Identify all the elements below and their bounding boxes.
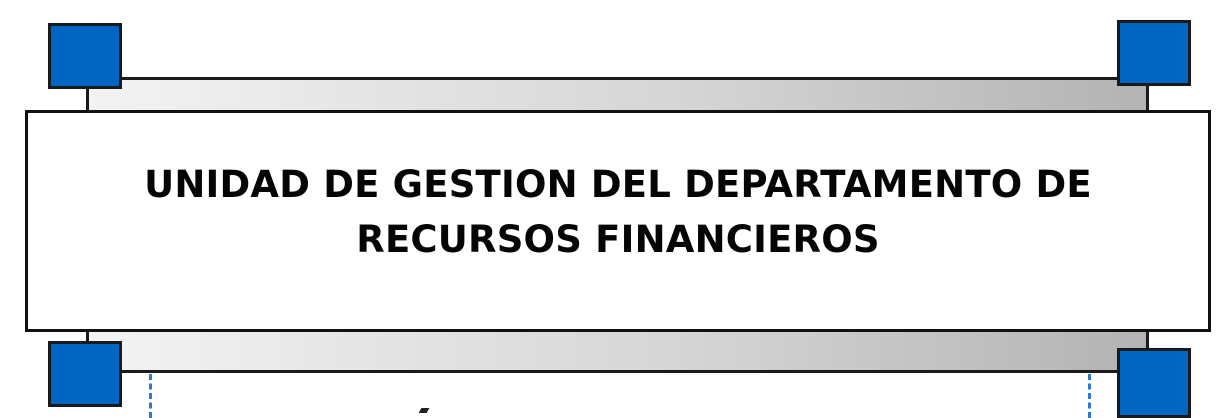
left-dashed-connector (149, 374, 152, 418)
corner-square-bottom-right (1117, 348, 1191, 418)
title-text: UNIDAD DE GESTION DEL DEPARTAMENTO DE RE… (78, 157, 1158, 267)
corner-square-top-right (1117, 20, 1191, 86)
title-line-1: UNIDAD DE GESTION DEL DEPARTAMENTO DE (144, 163, 1092, 206)
corner-square-top-left (48, 23, 122, 89)
right-dashed-connector (1088, 374, 1091, 418)
diagram-canvas: UNIDAD DE GESTION DEL DEPARTAMENTO DE RE… (0, 0, 1232, 418)
accent-mark (418, 408, 430, 413)
title-box: UNIDAD DE GESTION DEL DEPARTAMENTO DE RE… (25, 110, 1211, 332)
title-line-2: RECURSOS FINANCIEROS (356, 218, 880, 261)
bottom-gradient-bar (86, 328, 1149, 373)
corner-square-bottom-left (48, 341, 122, 407)
